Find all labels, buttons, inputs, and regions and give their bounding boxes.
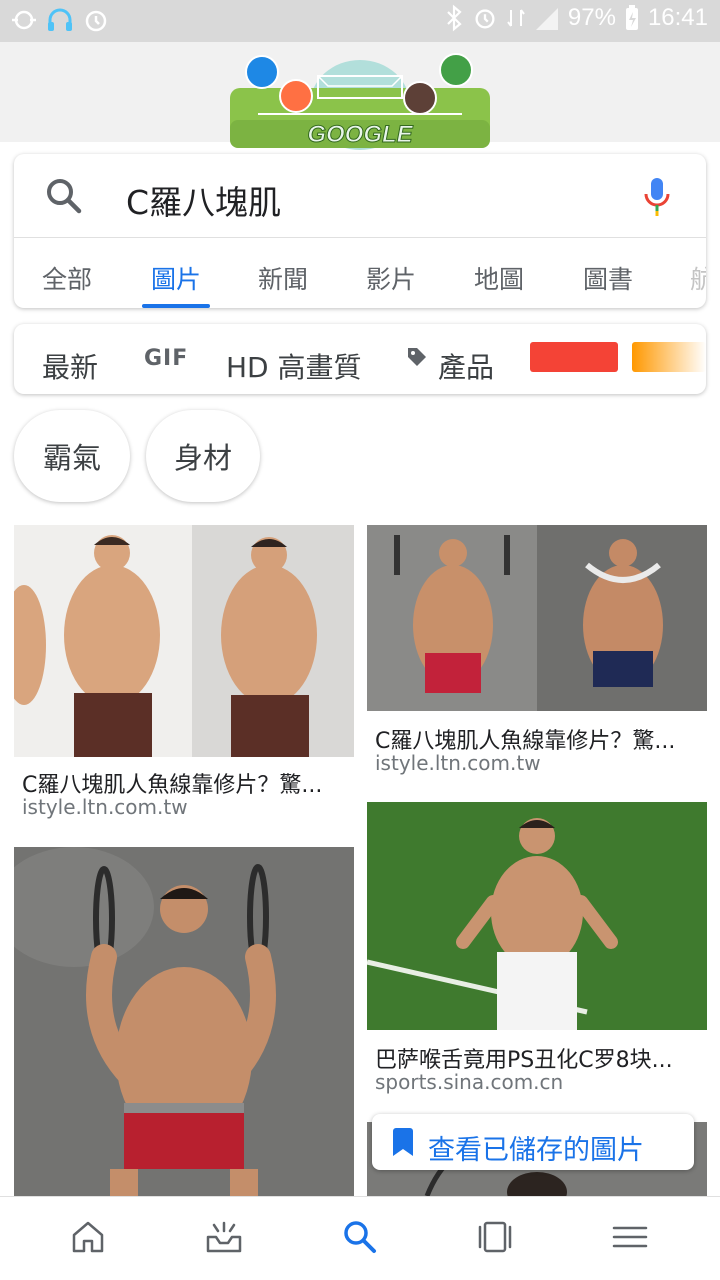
tab-videos[interactable]: 影片 — [366, 260, 416, 296]
signal-icon — [535, 8, 558, 30]
mic-icon[interactable] — [642, 176, 672, 218]
alarm-icon — [475, 9, 495, 29]
filter-gif[interactable]: GIF — [144, 346, 188, 371]
battery-charging-icon — [625, 5, 638, 30]
result-thumbnail[interactable] — [14, 847, 354, 1196]
active-tab-indicator — [142, 304, 210, 308]
saved-images-label: 查看已儲存的圖片 — [428, 1135, 644, 1166]
alarm-icon — [85, 10, 107, 32]
search-tabs: 全部 圖片 新聞 影片 地圖 圖書 航 — [14, 238, 706, 308]
bluetooth-icon — [447, 4, 462, 32]
result-source[interactable]: sports.sina.com.cn — [375, 1070, 563, 1094]
battery-percent: 97% — [567, 4, 616, 31]
tab-maps[interactable]: 地圖 — [474, 260, 524, 296]
view-saved-images-button[interactable]: 查看已儲存的圖片 — [372, 1114, 694, 1170]
headphones-icon — [48, 8, 72, 31]
search-query[interactable]: C羅八塊肌 — [126, 176, 281, 224]
status-bar: 97% 16:41 — [0, 0, 720, 42]
tab-books[interactable]: 圖書 — [583, 260, 633, 296]
result-source[interactable]: istyle.ltn.com.tw — [22, 795, 188, 819]
result-thumbnail[interactable] — [367, 525, 707, 711]
updates-icon[interactable] — [206, 1219, 242, 1255]
status-left-icons — [10, 6, 110, 34]
filter-bar: 最新 GIF HD 高畫質 產品 — [14, 324, 706, 394]
bottom-navigation — [0, 1196, 720, 1280]
google-doodle[interactable]: GOOGLE — [228, 50, 492, 150]
app-icon — [12, 10, 36, 30]
data-icon — [507, 9, 525, 27]
search-icon[interactable] — [44, 176, 84, 216]
doodle-text: GOOGLE — [307, 121, 413, 148]
image-result[interactable]: C羅八塊肌人魚線靠修片？驚... istyle.ltn.com.tw — [367, 525, 707, 775]
tabs-icon[interactable] — [477, 1219, 513, 1255]
search-bar[interactable]: C羅八塊肌 — [14, 154, 706, 238]
suggestion-chip[interactable]: 身材 — [146, 410, 260, 502]
image-result[interactable]: 巴萨喉舌竟用PS丑化C罗8块... sports.sina.com.cn — [367, 802, 707, 1098]
result-source[interactable]: istyle.ltn.com.tw — [375, 751, 541, 775]
result-thumbnail[interactable] — [14, 525, 354, 757]
tab-news[interactable]: 新聞 — [258, 260, 308, 296]
color-swatch-orange[interactable] — [632, 342, 706, 372]
home-icon[interactable] — [70, 1219, 106, 1255]
menu-icon[interactable] — [612, 1219, 648, 1255]
tab-images[interactable]: 圖片 — [151, 260, 201, 296]
clock: 16:41 — [647, 4, 708, 31]
filter-products[interactable]: 產品 — [438, 346, 494, 386]
image-result[interactable] — [14, 847, 354, 1196]
result-thumbnail[interactable] — [367, 802, 707, 1030]
header: GOOGLE — [0, 42, 720, 150]
tab-all[interactable]: 全部 — [42, 260, 92, 296]
status-right-icons: 97% 16:41 — [444, 4, 708, 32]
search-card: C羅八塊肌 全部 圖片 新聞 影片 地圖 圖書 航 — [14, 154, 706, 308]
color-swatch-red[interactable] — [530, 342, 618, 372]
tab-flights[interactable]: 航 — [690, 260, 706, 296]
bookmark-icon — [393, 1128, 413, 1156]
suggestion-chip[interactable]: 霸氣 — [14, 410, 130, 502]
filter-newest[interactable]: 最新 — [42, 346, 98, 386]
search-nav-icon[interactable] — [342, 1219, 378, 1255]
image-result[interactable]: C羅八塊肌人魚線靠修片？驚... istyle.ltn.com.tw — [14, 525, 354, 825]
filter-hd[interactable]: HD 高畫質 — [226, 346, 362, 386]
tag-icon — [408, 348, 426, 366]
